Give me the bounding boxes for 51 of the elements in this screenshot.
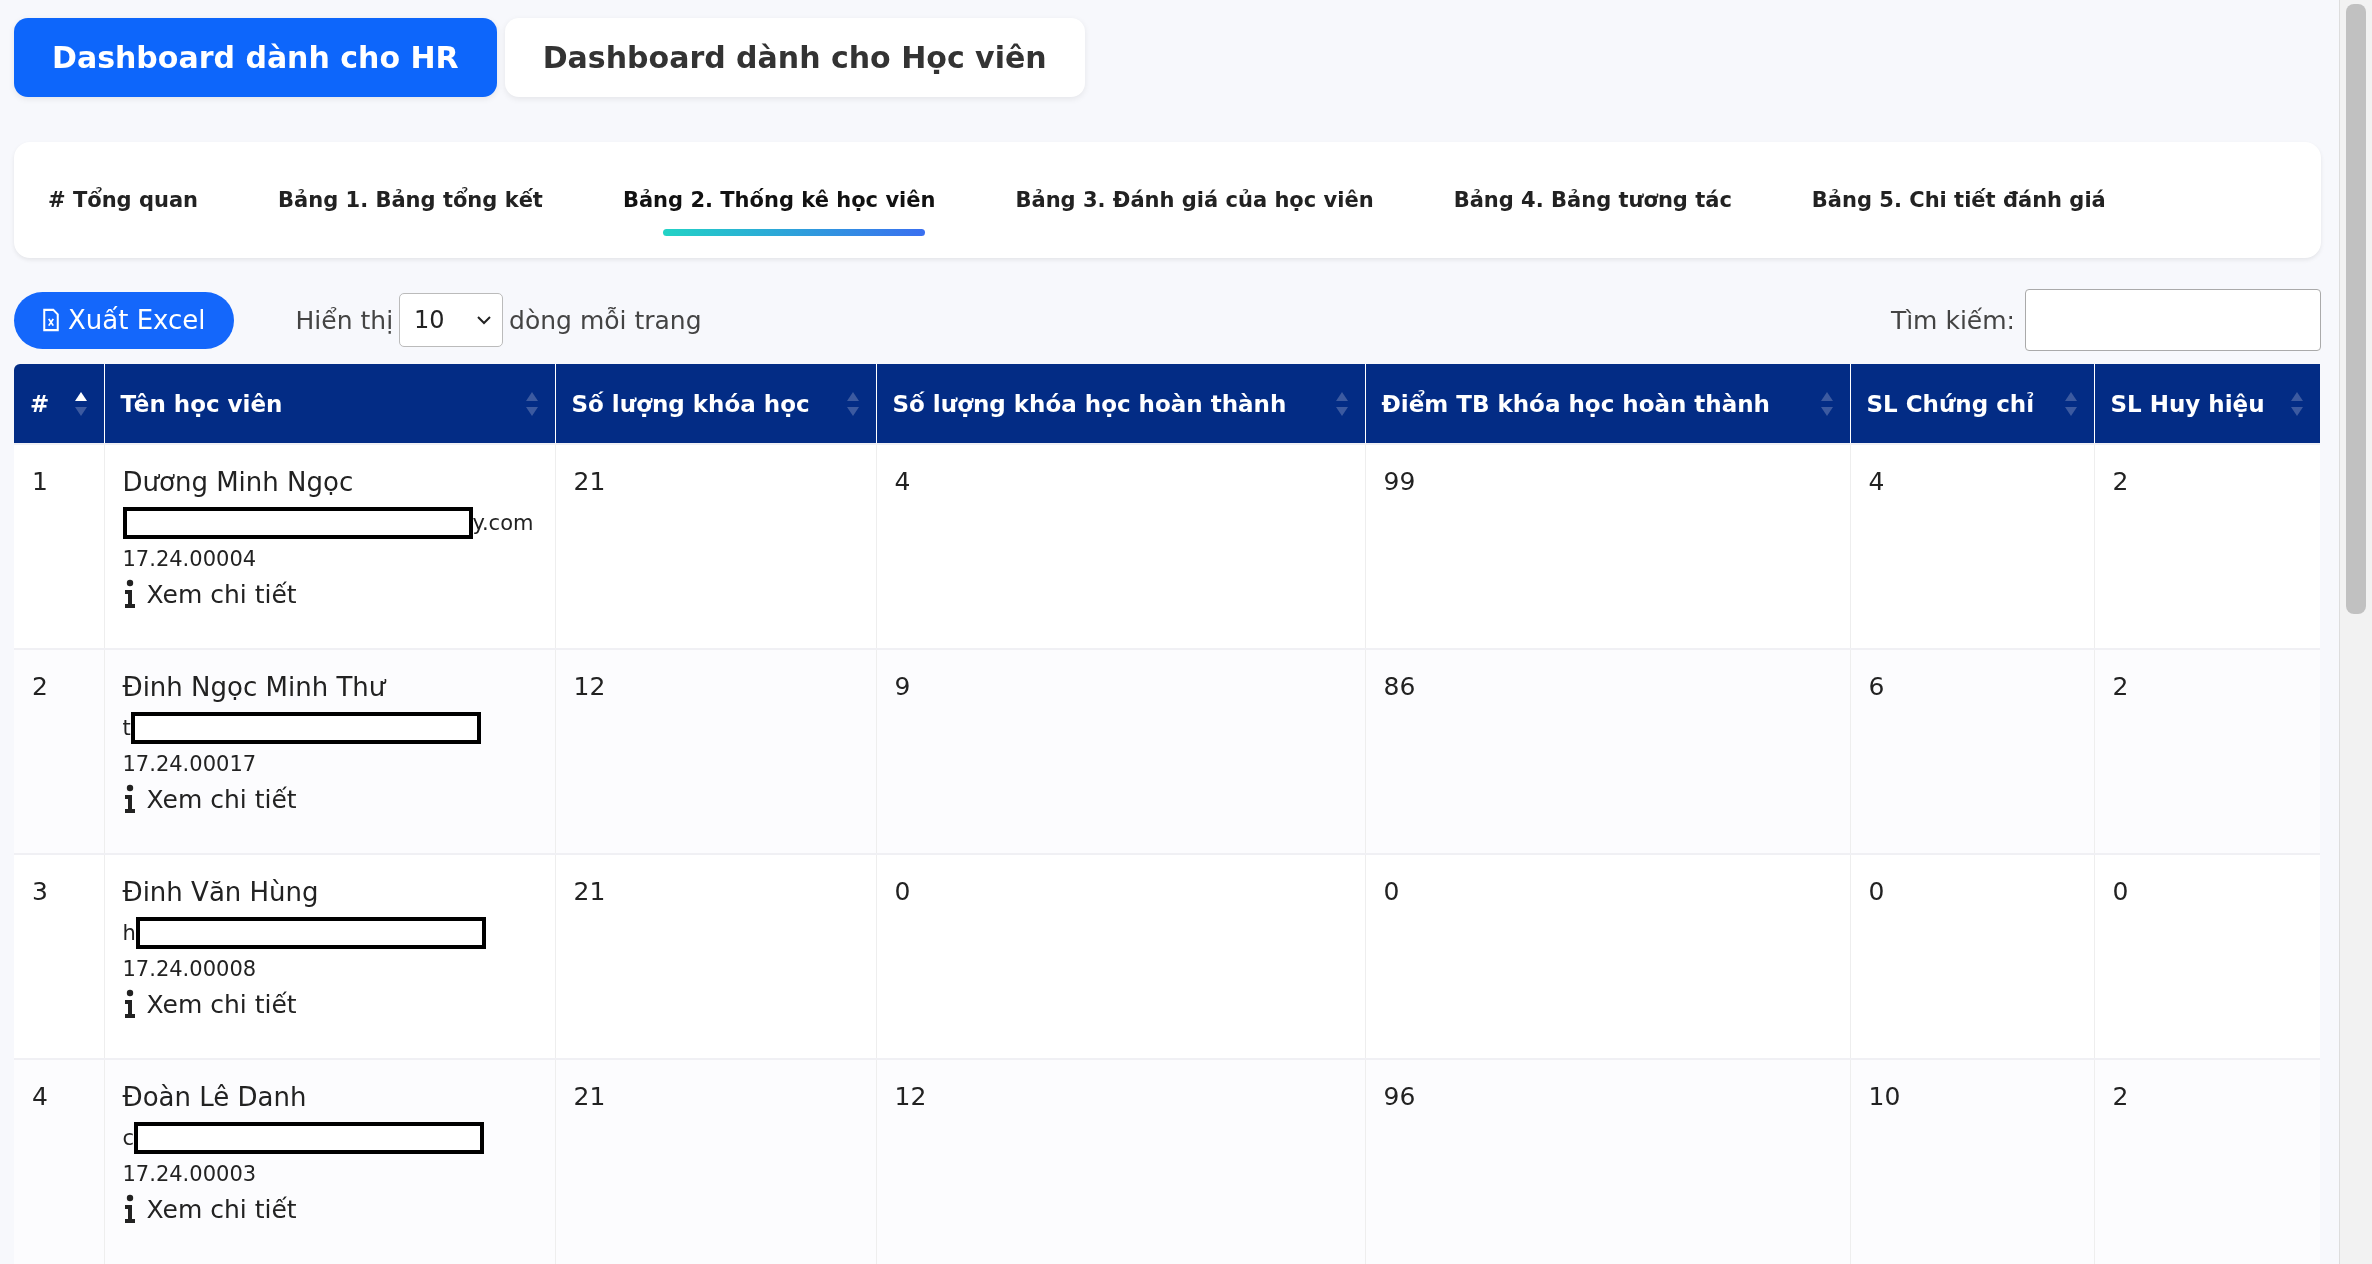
tab[interactable]: Bảng 4. Bảng tương tác bbox=[1445, 158, 1740, 242]
table-cell: 12 bbox=[876, 1059, 1365, 1264]
column-header[interactable]: Số lượng khóa học bbox=[555, 364, 876, 444]
scrollbar-thumb[interactable] bbox=[2346, 4, 2366, 614]
table-cell: 2 bbox=[2094, 1059, 2320, 1264]
tab[interactable]: Bảng 3. Đánh giá của học viên bbox=[1007, 158, 1382, 242]
column-header[interactable]: Điểm TB khóa học hoàn thành bbox=[1365, 364, 1850, 444]
tab[interactable]: Bảng 2. Thống kê học viên bbox=[614, 158, 944, 242]
search-field[interactable] bbox=[2025, 289, 2321, 351]
column-header[interactable]: # bbox=[14, 364, 104, 444]
student-code: 17.24.00017 bbox=[122, 752, 258, 776]
info-icon bbox=[122, 784, 137, 814]
details-link[interactable]: Xem chi tiết bbox=[146, 1194, 297, 1224]
dashboard-tab[interactable]: Dashboard dành cho Học viên bbox=[504, 18, 1085, 97]
details-link[interactable]: Xem chi tiết bbox=[146, 784, 297, 814]
tab[interactable]: Bảng 5. Chi tiết đánh giá bbox=[1803, 158, 2114, 242]
email-text: y.com bbox=[472, 511, 534, 535]
info-icon bbox=[122, 579, 137, 609]
email-text: h bbox=[122, 921, 136, 945]
export-button[interactable]: Xuất Excel bbox=[14, 291, 234, 349]
column-header[interactable]: Tên học viên bbox=[104, 364, 555, 444]
show-label: Hiển thị bbox=[295, 305, 394, 335]
chevron-down-icon bbox=[476, 315, 493, 325]
scrollbar[interactable] bbox=[2339, 0, 2372, 1264]
student-name: Đoàn Lê Danh bbox=[122, 1082, 308, 1112]
info-icon bbox=[122, 989, 137, 1019]
dashboard-tab[interactable]: Dashboard dành cho HR bbox=[14, 18, 497, 97]
student-name: Đinh Ngọc Minh Thư bbox=[122, 672, 388, 702]
table-cell: 21 bbox=[555, 1059, 876, 1264]
email-text: c bbox=[122, 1126, 135, 1150]
page-size-select[interactable]: 10 bbox=[399, 293, 504, 347]
column-header[interactable]: SL Huy hiệu bbox=[2094, 364, 2320, 444]
column-header[interactable]: SL Chứng chỉ bbox=[1850, 364, 2094, 444]
student-code: 17.24.00003 bbox=[122, 1162, 258, 1186]
search-label: Tìm kiếm: bbox=[1890, 305, 2015, 335]
info-icon bbox=[122, 1194, 137, 1224]
table-cell: 96 bbox=[1365, 1059, 1850, 1264]
email-text: t bbox=[122, 716, 131, 740]
table-cell: 10 bbox=[1850, 1059, 2094, 1264]
rows-per-page-label: dòng mỗi trang bbox=[509, 305, 702, 335]
column-header[interactable]: Số lượng khóa học hoàn thành bbox=[876, 364, 1365, 444]
tab[interactable]: # Tổng quan bbox=[40, 158, 207, 242]
student-code: 17.24.00004 bbox=[122, 547, 258, 571]
details-link[interactable]: Xem chi tiết bbox=[146, 579, 297, 609]
student-name: Đinh Văn Hùng bbox=[122, 877, 320, 907]
details-link[interactable]: Xem chi tiết bbox=[146, 989, 297, 1019]
tab[interactable]: Bảng 1. Bảng tổng kết bbox=[270, 158, 551, 242]
table-cell: 4 bbox=[14, 1059, 104, 1264]
student-code: 17.24.00008 bbox=[122, 957, 258, 981]
excel-file-icon bbox=[42, 308, 60, 332]
student-name: Dương Minh Ngọc bbox=[122, 467, 355, 497]
